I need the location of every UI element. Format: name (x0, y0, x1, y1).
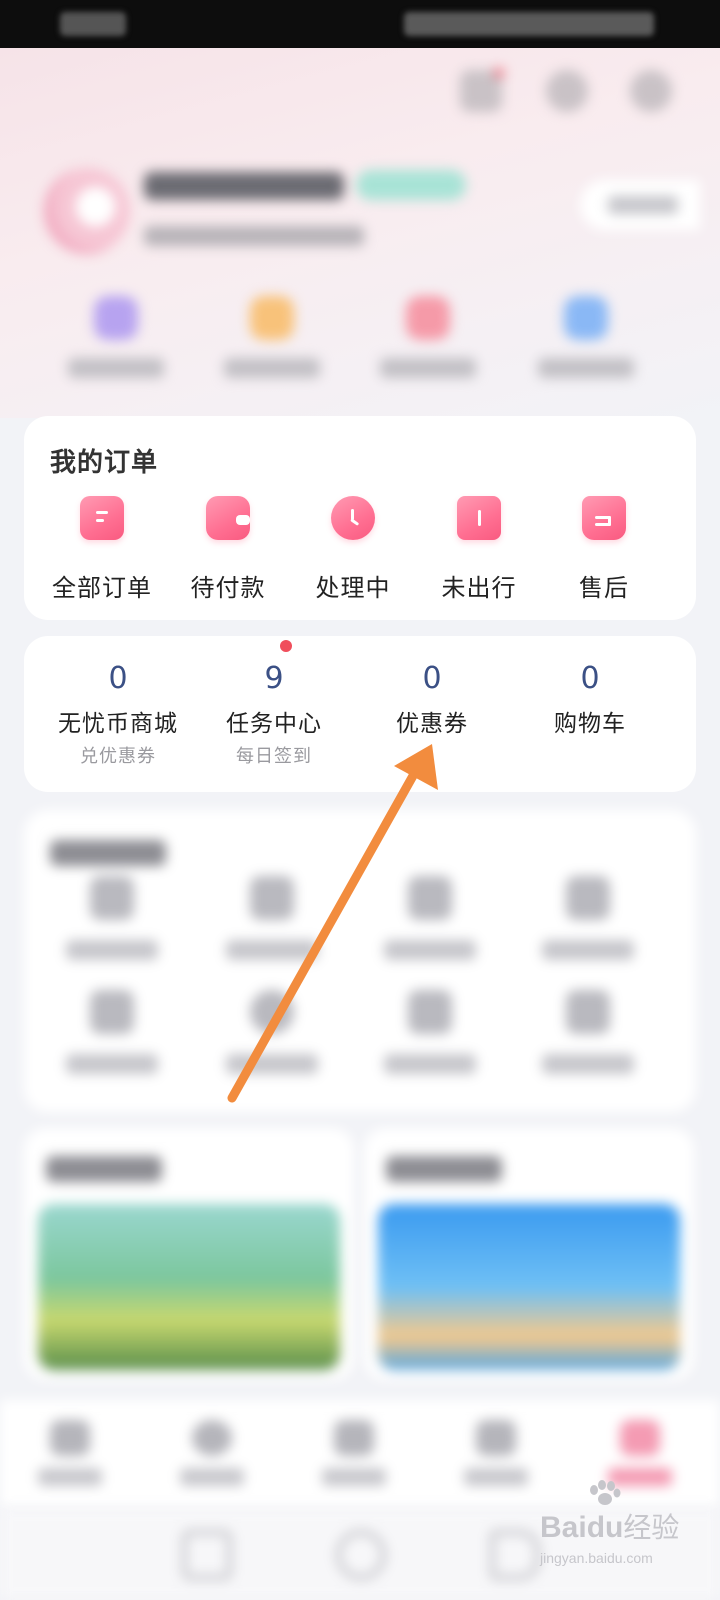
tool-item[interactable] (360, 990, 500, 1100)
coin-mall-sub: 兑优惠券 (80, 746, 156, 767)
order-after-sales-label: 售后 (579, 574, 629, 602)
recent-apps-button[interactable] (182, 1530, 232, 1580)
tool-item[interactable] (42, 990, 182, 1100)
quick-entry-4[interactable] (526, 296, 646, 386)
username (144, 172, 344, 200)
cart-label: 购物车 (554, 711, 626, 737)
order-all[interactable]: 全部订单 (38, 496, 166, 606)
assets-card: 0 无忧币商城 兑优惠券 9 任务中心 每日签到 0 优惠券 0 购物车 (24, 636, 696, 792)
order-processing[interactable]: 处理中 (289, 496, 417, 606)
watermark-url: jingyan.baidu.com (540, 1550, 653, 1566)
quick-entry-1[interactable] (56, 296, 176, 386)
order-all-label: 全部订单 (52, 574, 152, 602)
stat-task-center[interactable]: 9 任务中心 每日签到 (190, 640, 358, 768)
order-not-traveled-label: 未出行 (441, 574, 517, 602)
tool-item[interactable] (202, 990, 342, 1100)
order-not-traveled[interactable]: 未出行 (415, 496, 543, 606)
ticket-icon (457, 496, 501, 540)
nav-trips[interactable] (314, 1420, 394, 1490)
coupons-label: 优惠券 (396, 711, 468, 737)
avatar[interactable] (44, 168, 130, 254)
tools-card (24, 810, 696, 1112)
profile-stats (144, 226, 364, 246)
watermark-brand: Baidu经验 (540, 1511, 680, 1544)
account-page: 我的订单 全部订单 待付款 处理中 未出行 售后 0 无忧币商城 兑优惠券 9 … (0, 0, 720, 1600)
profile-button[interactable] (580, 180, 700, 230)
tool-item[interactable] (360, 876, 500, 986)
orders-title: 我的订单 (50, 448, 159, 478)
promo-card-left[interactable] (24, 1128, 354, 1380)
nav-discover[interactable] (172, 1420, 252, 1490)
message-icon[interactable] (460, 68, 504, 112)
tool-item[interactable] (202, 876, 342, 986)
cart-count: 0 (580, 661, 600, 696)
notification-dot (280, 640, 292, 652)
status-time (60, 12, 126, 36)
stat-coin-mall[interactable]: 0 无忧币商城 兑优惠券 (34, 662, 202, 768)
quick-entry-2[interactable] (212, 296, 332, 386)
document-list-icon (80, 496, 124, 540)
task-center-label: 任务中心 (226, 711, 322, 737)
wallet-icon (206, 496, 250, 540)
baidu-watermark: Baidu经验 jingyan.baidu.com (540, 1480, 710, 1570)
task-center-sub: 每日签到 (236, 746, 312, 767)
tool-item[interactable] (518, 876, 658, 986)
tool-item[interactable] (42, 876, 182, 986)
task-center-count: 9 (264, 661, 284, 696)
status-icons (404, 12, 654, 36)
my-orders-card: 我的订单 全部订单 待付款 处理中 未出行 售后 (24, 416, 696, 620)
tool-item[interactable] (518, 990, 658, 1100)
nav-home[interactable] (30, 1420, 110, 1490)
quick-entry-3[interactable] (368, 296, 488, 386)
coin-mall-label: 无忧币商城 (58, 711, 178, 737)
stat-cart[interactable]: 0 购物车 (506, 662, 674, 738)
settings-icon[interactable] (630, 70, 672, 112)
coupons-count: 0 (422, 661, 442, 696)
clock-icon (331, 496, 375, 540)
back-button[interactable] (490, 1530, 540, 1580)
order-after-sales[interactable]: 售后 (540, 496, 668, 606)
order-pending-payment-label: 待付款 (190, 574, 266, 602)
home-button[interactable] (336, 1530, 386, 1580)
nav-service[interactable] (456, 1420, 536, 1490)
status-bar (0, 0, 720, 48)
order-processing-label: 处理中 (315, 574, 391, 602)
promo-card-right[interactable] (364, 1128, 694, 1380)
order-pending-payment[interactable]: 待付款 (164, 496, 292, 606)
customer-service-icon[interactable] (546, 70, 588, 112)
member-level-badge[interactable] (356, 170, 466, 200)
stat-coupons[interactable]: 0 优惠券 (348, 662, 516, 738)
paw-icon (590, 1480, 621, 1505)
coin-mall-count: 0 (108, 661, 128, 696)
return-bag-icon (582, 496, 626, 540)
tools-title (50, 840, 166, 866)
